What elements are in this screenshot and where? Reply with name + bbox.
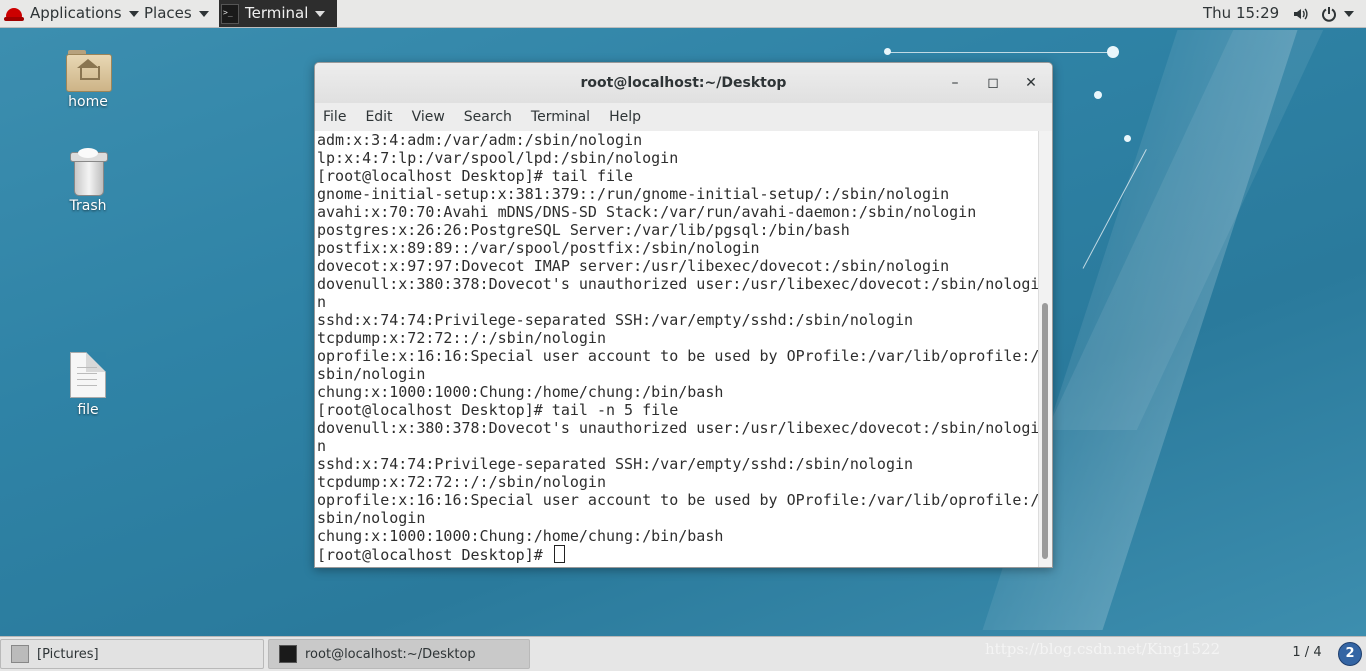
wallpaper-dot (884, 48, 891, 55)
menu-search[interactable]: Search (464, 109, 512, 125)
close-button[interactable]: ✕ (1020, 72, 1042, 94)
terminal-line: postgres:x:26:26:PostgreSQL Server:/var/… (317, 221, 850, 239)
menu-file[interactable]: File (323, 109, 346, 125)
menu-help[interactable]: Help (609, 109, 641, 125)
redhat-logo-icon (4, 7, 24, 21)
terminal-line: oprofile:x:16:16:Special user account to… (317, 491, 1039, 509)
terminal-window: root@localhost:~/Desktop – ◻ ✕ File Edit… (314, 62, 1053, 568)
scrollbar[interactable] (1038, 131, 1052, 567)
wallpaper-dot (1094, 91, 1102, 99)
home-folder-icon (66, 50, 112, 92)
terminal-line: dovecot:x:97:97:Dovecot IMAP server:/usr… (317, 257, 950, 275)
notification-badge[interactable]: 2 (1338, 642, 1362, 666)
terminal-line: tcpdump:x:72:72::/:/sbin/nologin (317, 473, 606, 491)
terminal-prompt: [root@localhost Desktop]# (317, 546, 552, 564)
desktop-icon-label: home (68, 94, 108, 110)
desktop-icon-label: file (77, 402, 99, 418)
top-panel: Applications Places Terminal Thu 15:29 (0, 0, 1366, 28)
terminal-line: gnome-initial-setup:x:381:379::/run/gnom… (317, 185, 950, 203)
applications-label: Applications (30, 4, 122, 22)
watermark: https://blog.csdn.net/King1522 (985, 640, 1221, 658)
terminal-line: n (317, 437, 327, 455)
taskbar-item-pictures[interactable]: [Pictures] (0, 639, 264, 669)
places-label: Places (144, 4, 192, 22)
desktop-icon-home[interactable]: home (48, 50, 128, 110)
terminal-output[interactable]: adm:x:3:4:adm:/var/adm:/sbin/nologin lp:… (315, 131, 1039, 567)
maximize-button[interactable]: ◻ (982, 72, 1004, 94)
wallpaper-line (885, 52, 1115, 53)
clock-label: Thu 15:29 (1203, 4, 1280, 22)
terminal-line: tcpdump:x:72:72::/:/sbin/nologin (317, 329, 606, 347)
chevron-down-icon (315, 10, 326, 17)
terminal-line: chung:x:1000:1000:Chung:/home/chung:/bin… (317, 527, 724, 545)
terminal-prompt-line[interactable]: [root@localhost Desktop]# (315, 545, 1039, 564)
desktop-icon-label: Trash (69, 198, 107, 214)
terminal-line: sshd:x:74:74:Privilege-separated SSH:/va… (317, 311, 914, 329)
menu-edit[interactable]: Edit (365, 109, 392, 125)
terminal-line: sbin/nologin (317, 509, 426, 527)
text-file-icon (70, 352, 106, 398)
wallpaper-dot (1107, 46, 1119, 58)
window-list-icon (11, 645, 29, 663)
terminal-app-menu[interactable]: Terminal (219, 0, 338, 27)
taskbar-item-label: [Pictures] (37, 646, 99, 662)
window-title: root@localhost:~/Desktop (580, 75, 787, 91)
terminal-icon (221, 0, 239, 26)
terminal-line: [root@localhost Desktop]# tail -n 5 file (317, 401, 679, 419)
terminal-line: [root@localhost Desktop]# tail file (317, 167, 634, 185)
menu-view[interactable]: View (412, 109, 445, 125)
terminal-line: lp:x:4:7:lp:/var/spool/lpd:/sbin/nologin (317, 149, 679, 167)
desktop-icon-trash[interactable]: Trash (48, 148, 128, 214)
power-icon[interactable] (1321, 0, 1354, 27)
workspace-indicator[interactable]: 1 / 4 (1280, 641, 1334, 665)
scrollbar-thumb[interactable] (1042, 303, 1048, 559)
terminal-line: chung:x:1000:1000:Chung:/home/chung:/bin… (317, 383, 724, 401)
terminal-line: oprofile:x:16:16:Special user account to… (317, 347, 1039, 365)
menu-bar: File Edit View Search Terminal Help (315, 103, 1052, 132)
terminal-line: avahi:x:70:70:Avahi mDNS/DNS-SD Stack:/v… (317, 203, 977, 221)
menu-terminal[interactable]: Terminal (531, 109, 590, 125)
trash-icon (70, 148, 108, 196)
text-cursor (553, 545, 565, 563)
minimize-button[interactable]: – (944, 72, 966, 94)
places-menu[interactable]: Places (144, 0, 209, 27)
terminal-app-label: Terminal (245, 4, 309, 22)
terminal-line: sbin/nologin (317, 365, 426, 383)
chevron-down-icon (198, 10, 209, 17)
wallpaper-dot (1124, 135, 1131, 142)
applications-menu[interactable]: Applications (4, 0, 139, 27)
terminal-line: sshd:x:74:74:Privilege-separated SSH:/va… (317, 455, 914, 473)
taskbar-item-terminal[interactable]: root@localhost:~/Desktop (268, 639, 530, 669)
terminal-line: postfix:x:89:89::/var/spool/postfix:/sbi… (317, 239, 760, 257)
chevron-down-icon (1344, 10, 1354, 17)
taskbar-item-label: root@localhost:~/Desktop (305, 646, 476, 662)
terminal-line: adm:x:3:4:adm:/var/adm:/sbin/nologin (317, 131, 643, 149)
terminal-icon (279, 645, 297, 663)
clock[interactable]: Thu 15:29 (1203, 0, 1279, 27)
terminal-line: dovenull:x:380:378:Dovecot's unauthorize… (317, 419, 1039, 437)
desktop-icon-file[interactable]: file (48, 352, 128, 418)
terminal-line: n (317, 293, 327, 311)
terminal-line: dovenull:x:380:378:Dovecot's unauthorize… (317, 275, 1039, 293)
volume-icon[interactable] (1292, 0, 1308, 27)
window-titlebar[interactable]: root@localhost:~/Desktop – ◻ ✕ (315, 63, 1052, 103)
chevron-down-icon (128, 10, 139, 17)
